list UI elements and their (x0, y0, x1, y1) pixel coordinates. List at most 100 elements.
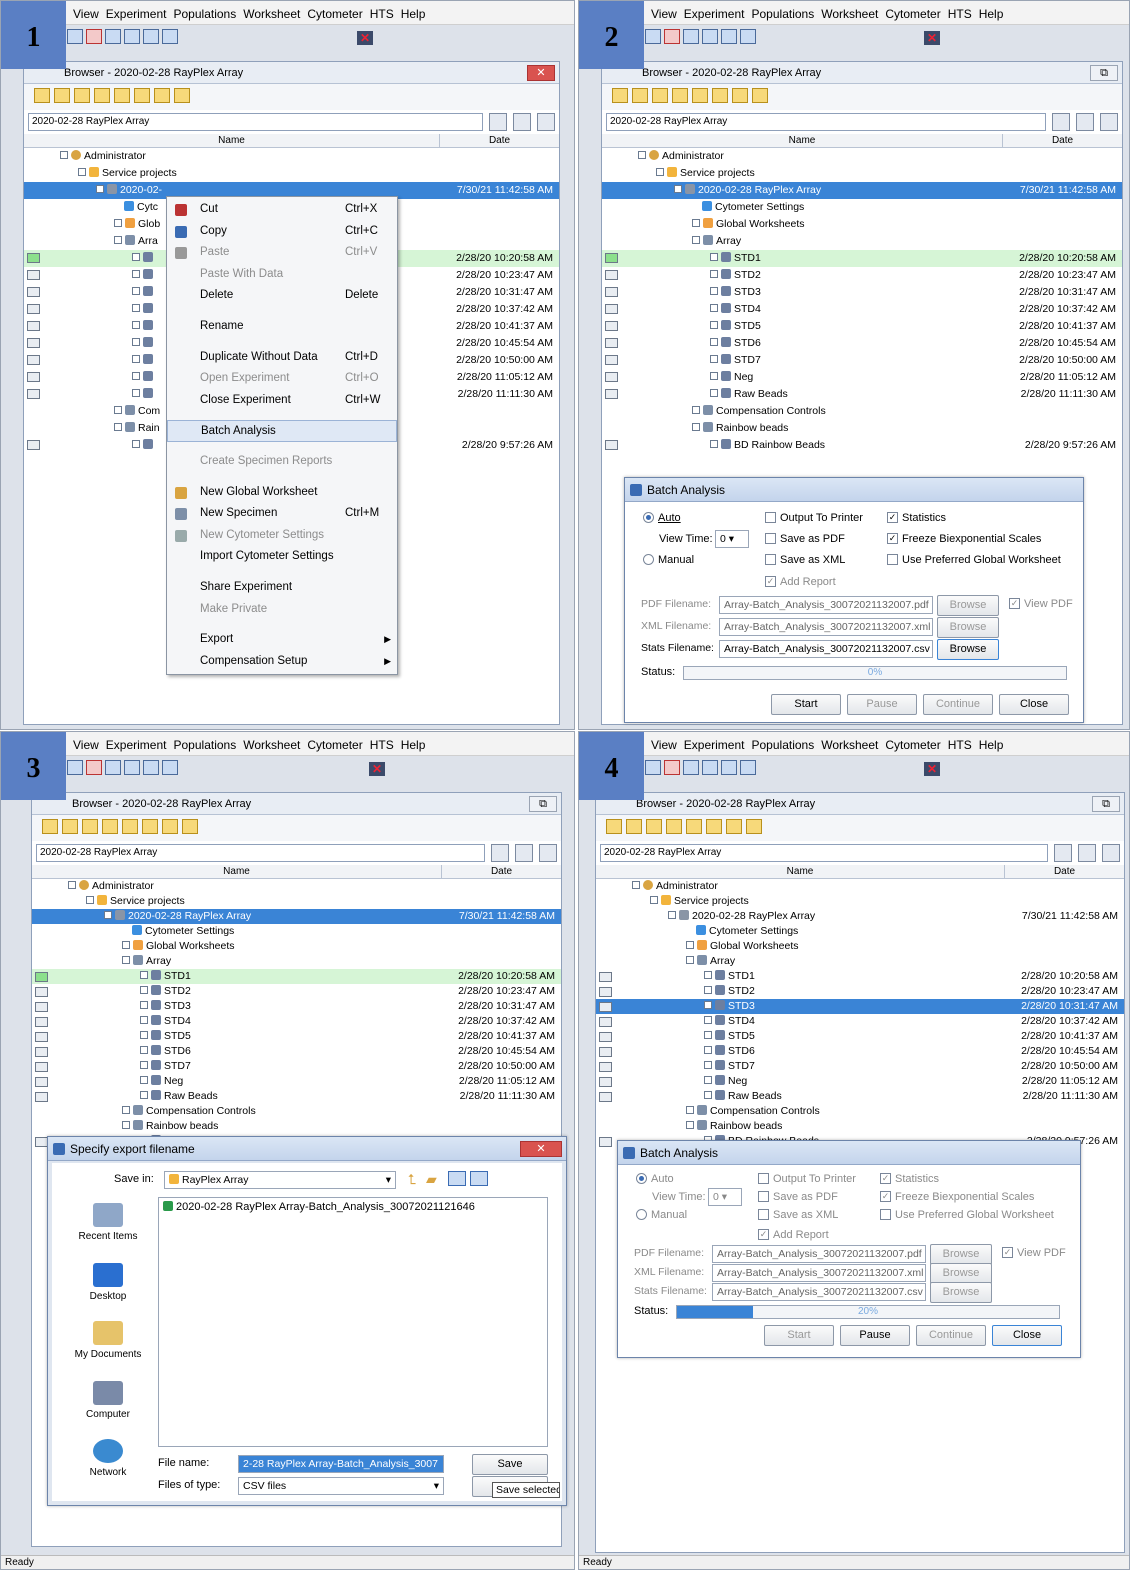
checkbox[interactable] (765, 553, 776, 565)
restore-icon[interactable]: ⧉ (1092, 796, 1120, 812)
add-report-option[interactable]: ✓ Add Report (758, 1228, 829, 1241)
chevron-down-icon[interactable] (746, 819, 762, 834)
checkbox[interactable]: ✓ (880, 1190, 891, 1202)
collapse-icon[interactable] (114, 423, 122, 432)
worksheet-icon[interactable] (706, 819, 722, 834)
tube-pointer-icon[interactable] (605, 253, 618, 263)
expand-icon[interactable] (692, 219, 700, 228)
menu-item-new-specimen[interactable]: New Specimen Ctrl+M (167, 503, 397, 525)
tree-specimen[interactable]: STD1 2/28/20 10:20:58 AM (602, 250, 1122, 267)
checkbox[interactable]: ✓ (880, 1172, 891, 1184)
tree-cytometer-settings[interactable]: Cytometer Settings (602, 199, 1122, 216)
expand-icon[interactable] (140, 1076, 148, 1085)
new-tube-icon[interactable] (94, 88, 110, 103)
file-item[interactable]: 2020-02-28 RayPlex Array-Batch_Analysis_… (159, 1198, 547, 1216)
manual-radio[interactable]: Manual (643, 553, 694, 566)
collapse-icon[interactable] (692, 423, 700, 432)
tree-rainbow[interactable]: Rainbow beads (602, 420, 1122, 437)
tube-pointer-icon[interactable] (605, 270, 618, 280)
save-pdf-option[interactable]: Save as PDF (765, 532, 845, 545)
place-computer[interactable]: Computer (58, 1381, 158, 1420)
properties-icon[interactable] (1054, 844, 1072, 862)
place-network[interactable]: Network (58, 1439, 158, 1478)
expand-icon[interactable] (704, 1016, 712, 1025)
expand-icon[interactable] (704, 1031, 712, 1040)
chevron-down-icon[interactable] (752, 88, 768, 103)
tree-admin[interactable]: Administrator (32, 879, 561, 894)
save-icon[interactable] (515, 844, 533, 862)
tree-specimen[interactable]: STD6 2/28/20 10:45:54 AM (32, 1044, 561, 1059)
date-column-header[interactable]: Date (1004, 865, 1124, 879)
tree-specimen[interactable]: STD3 2/28/20 10:31:47 AM (32, 999, 561, 1014)
collapse-icon[interactable] (686, 1121, 694, 1130)
new-experiment-icon[interactable] (632, 88, 648, 103)
place-recent-items[interactable]: Recent Items (58, 1203, 158, 1242)
layout-icon[interactable] (1102, 844, 1120, 862)
tree-specimen[interactable]: STD1 2/28/20 10:20:58 AM (596, 969, 1124, 984)
collapse-icon[interactable] (650, 896, 658, 905)
menu-item-copy[interactable]: Copy Ctrl+C (167, 221, 397, 243)
worksheet-icon[interactable] (712, 88, 728, 103)
view-pdf-option[interactable]: ✓ View PDF (1002, 1246, 1066, 1259)
collapse-icon[interactable] (692, 236, 700, 245)
disconnect-icon[interactable]: ✕ (924, 31, 940, 45)
statistics-option[interactable]: ✓ Statistics (887, 511, 946, 524)
tree-experiment[interactable]: 2020-02-28 RayPlex Array 7/30/21 11:42:58… (596, 909, 1124, 924)
tree-array[interactable]: Array (596, 954, 1124, 969)
menu-help[interactable]: Help (979, 738, 1004, 752)
layout-icon[interactable] (537, 113, 555, 131)
expand-icon[interactable] (140, 1061, 148, 1070)
tree-global-worksheets[interactable]: Global Worksheets (602, 216, 1122, 233)
worksheet-icon[interactable] (142, 819, 158, 834)
expand-icon[interactable] (132, 253, 140, 262)
menu-worksheet[interactable]: Worksheet (821, 7, 878, 21)
expand-icon[interactable] (704, 986, 712, 995)
tube-pointer-icon[interactable] (599, 1047, 612, 1057)
view-pdf-option[interactable]: ✓ View PDF (1009, 597, 1073, 610)
save-xml-option[interactable]: Save as XML (765, 553, 845, 566)
collapse-icon[interactable] (122, 956, 130, 965)
collapse-icon[interactable] (114, 236, 122, 245)
menu-item-rename[interactable]: Rename (167, 316, 397, 338)
collapse-icon[interactable] (60, 151, 68, 160)
close-button[interactable]: Close (992, 1325, 1062, 1346)
tree-specimen[interactable]: Raw Beads 2/28/20 11:11:30 AM (602, 386, 1122, 403)
cytometer-icon[interactable] (86, 29, 102, 44)
tree-service[interactable]: Service projects (102, 167, 177, 179)
tube-pointer-icon[interactable] (599, 1092, 612, 1102)
browse-button[interactable]: Browse (937, 595, 999, 616)
expand-icon[interactable] (710, 321, 718, 330)
tube-pointer-icon[interactable] (35, 1062, 48, 1072)
expand-icon[interactable] (140, 1001, 148, 1010)
close-icon[interactable]: ✕ (520, 1141, 562, 1157)
tree-bd-rainbow[interactable]: BD Rainbow Beads 2/28/20 9:57:26 AM (602, 437, 1122, 454)
pause-button[interactable]: Pause (847, 694, 917, 715)
new-folder-icon[interactable] (612, 88, 628, 103)
tree-specimen[interactable]: STD6 2/28/20 10:45:54 AM (602, 335, 1122, 352)
view-details-icon[interactable] (470, 1171, 488, 1186)
expand-icon[interactable] (132, 355, 140, 364)
expand-icon[interactable] (710, 389, 718, 398)
menu-item-import-cytometer-settings[interactable]: Import Cytometer Settings (167, 546, 397, 568)
collapse-icon[interactable] (78, 168, 86, 177)
settings-icon[interactable] (686, 819, 702, 834)
expand-icon[interactable] (704, 971, 712, 980)
restore-icon[interactable]: ⧉ (1090, 65, 1118, 81)
tube-pointer-icon[interactable] (605, 372, 618, 382)
statistics-icon[interactable] (162, 760, 178, 775)
collapse-icon[interactable] (122, 1121, 130, 1130)
menu-item-delete[interactable]: Delete Delete (167, 285, 397, 307)
save-xml-option[interactable]: Save as XML (758, 1208, 838, 1221)
browse-button[interactable]: Browse (930, 1244, 992, 1265)
tube-pointer-icon[interactable] (27, 372, 40, 382)
tree-specimen[interactable]: Neg 2/28/20 11:05:12 AM (602, 369, 1122, 386)
tube-pointer-icon[interactable] (605, 321, 618, 331)
tube-pointer-icon[interactable] (605, 338, 618, 348)
menu-experiment[interactable]: Experiment (684, 7, 745, 21)
tube-pointer-icon[interactable] (35, 987, 48, 997)
new-specimen-icon[interactable] (646, 819, 662, 834)
output-printer-option[interactable]: Output To Printer (765, 511, 863, 524)
collapse-icon[interactable] (632, 881, 640, 890)
new-tube-icon[interactable] (102, 819, 118, 834)
expand-icon[interactable] (132, 440, 140, 449)
